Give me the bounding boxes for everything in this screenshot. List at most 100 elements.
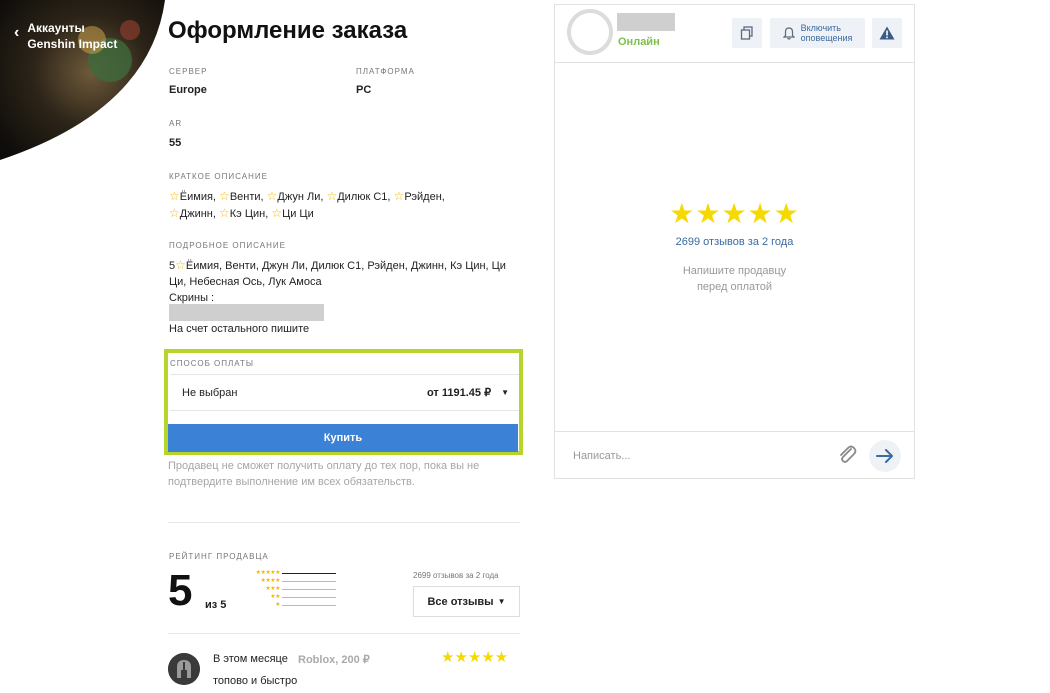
chat-hint-line1: Напишите продавцу bbox=[682, 265, 787, 277]
payment-method-select[interactable]: Не выбран от 1191.45 ₽ ▼ bbox=[170, 374, 519, 411]
star-icon: ☆ bbox=[169, 189, 180, 203]
notify-label: Включить оповещения bbox=[801, 23, 853, 43]
rating-bar-row: ★ bbox=[238, 601, 336, 609]
notify-label-line1: Включить bbox=[800, 23, 841, 33]
chat-hint: Напишите продавцу перед оплатой bbox=[555, 263, 914, 295]
reviewer-avatar bbox=[168, 653, 200, 685]
buy-button[interactable]: Купить bbox=[168, 424, 518, 452]
star-icon: ☆ bbox=[393, 189, 405, 203]
star-icon: ☆ bbox=[175, 258, 186, 272]
rating-breakdown: ★★★★★ ★★★★ ★★★ ★★ ★ bbox=[238, 569, 336, 609]
server-value: Europe bbox=[169, 84, 207, 96]
rating-bar-stars: ★ bbox=[275, 602, 280, 608]
rating-bar-stars: ★★★★★ bbox=[255, 570, 281, 576]
notify-label-line2: оповещения bbox=[800, 33, 853, 43]
detailed-desc: 5☆Ёимия, Венти, Джун Ли, Дилюк C1, Рэйде… bbox=[169, 257, 519, 306]
divider bbox=[168, 522, 520, 523]
rating-bar bbox=[282, 596, 336, 598]
detailed-desc-rest: На счет остального пишите bbox=[169, 323, 310, 335]
caret-down-icon: ▼ bbox=[501, 388, 509, 397]
rating-bar-row: ★★★★★ bbox=[238, 569, 336, 577]
chat-header: Онлайн Включить оповещения bbox=[555, 5, 914, 63]
bell-icon bbox=[782, 26, 795, 40]
server-label: СЕРВЕР bbox=[169, 67, 208, 76]
reviews-count: 2699 отзывов за 2 года bbox=[413, 571, 499, 580]
rating-bar bbox=[282, 588, 336, 590]
rating-score: 5 bbox=[168, 566, 193, 615]
short-desc-item: Джинн, bbox=[179, 208, 216, 220]
seller-name-redacted bbox=[617, 13, 675, 31]
star-icon: ☆ bbox=[169, 206, 180, 220]
short-desc-item: Венти, bbox=[229, 191, 264, 203]
chat-panel: Онлайн Включить оповещения ★★★★★ 2699 отз… bbox=[554, 4, 915, 479]
copy-button[interactable] bbox=[732, 18, 762, 48]
short-desc-item: Рэйден, bbox=[404, 191, 445, 203]
platform-value: PC bbox=[356, 84, 372, 96]
seller-avatar[interactable] bbox=[567, 9, 613, 55]
chevron-left-icon: ‹ bbox=[14, 24, 20, 41]
caret-down-icon: ▼ bbox=[497, 597, 506, 606]
review-date: В этом месяце bbox=[213, 653, 288, 665]
chat-reviews-link[interactable]: 2699 отзывов за 2 года bbox=[555, 236, 914, 248]
online-status: Онлайн bbox=[618, 36, 660, 48]
review-item: Roblox, 200 ₽ bbox=[298, 654, 370, 666]
short-desc-item: Ци Ци bbox=[282, 208, 314, 220]
rating-bar-stars: ★★ bbox=[270, 594, 280, 600]
detailed-desc-line1: Ёимия, Венти, Джун Ли, Дилюк C1, Рэйден,… bbox=[185, 260, 506, 272]
rating-out-of: из 5 bbox=[205, 599, 227, 611]
rating-bar-row: ★★ bbox=[238, 593, 336, 601]
star-icon: ☆ bbox=[266, 189, 278, 203]
enable-notifications-button[interactable]: Включить оповещения bbox=[770, 18, 865, 48]
ar-value: 55 bbox=[169, 137, 182, 149]
redacted-link bbox=[169, 304, 324, 321]
detailed-desc-label: ПОДРОБНОЕ ОПИСАНИЕ bbox=[169, 241, 286, 250]
copy-icon bbox=[740, 26, 753, 40]
star-icon: ☆ bbox=[219, 206, 230, 220]
screens-label: Скрины : bbox=[169, 292, 215, 304]
short-desc-item: Кэ Цин, bbox=[229, 208, 269, 220]
short-desc-label: КРАТКОЕ ОПИСАНИЕ bbox=[169, 172, 268, 181]
payment-label: СПОСОБ ОПЛАТЫ bbox=[170, 359, 254, 368]
short-desc-item: Дилюк C1, bbox=[337, 191, 391, 203]
ar-label: AR bbox=[169, 119, 183, 128]
payment-method-value: Не выбран bbox=[182, 386, 238, 399]
seller-rating-label: РЕЙТИНГ ПРОДАВЦА bbox=[169, 552, 269, 561]
chat-hint-line2: перед оплатой bbox=[696, 281, 773, 293]
review-stars: ★★★★★ bbox=[441, 649, 509, 666]
detailed-desc-line2: Ци, Небесная Ось, Лук Амоса bbox=[169, 276, 322, 288]
page-title: Оформление заказа bbox=[168, 17, 408, 44]
category-banner: ‹ Аккаунты Genshin Impact bbox=[0, 0, 165, 165]
all-reviews-dropdown[interactable]: Все отзывы ▼ bbox=[413, 586, 520, 617]
star-icon: ☆ bbox=[219, 189, 230, 203]
paperclip-icon bbox=[840, 445, 857, 463]
rating-bar-stars: ★★★★ bbox=[260, 578, 280, 584]
all-reviews-label: Все отзывы bbox=[427, 595, 494, 608]
arrow-right-icon bbox=[876, 449, 893, 463]
back-button[interactable]: ‹ Аккаунты Genshin Impact bbox=[14, 20, 127, 52]
warning-icon bbox=[879, 26, 895, 40]
back-label: Аккаунты Genshin Impact bbox=[27, 21, 118, 51]
chat-compose bbox=[555, 431, 914, 478]
rating-bar-row: ★★★★ bbox=[238, 577, 336, 585]
star-icon: ☆ bbox=[271, 206, 283, 220]
rating-bar-stars: ★★★ bbox=[265, 586, 280, 592]
price-value: от 1191.45 ₽ bbox=[426, 387, 492, 399]
send-button[interactable] bbox=[869, 440, 901, 472]
short-desc-item: Ёимия, bbox=[179, 191, 216, 203]
star-icon: ☆ bbox=[326, 189, 338, 203]
report-button[interactable] bbox=[872, 18, 902, 48]
rating-bar bbox=[282, 604, 336, 606]
chat-rating-stars: ★★★★★ bbox=[669, 198, 800, 229]
divider bbox=[168, 633, 520, 634]
rating-bar bbox=[282, 580, 336, 582]
payment-section: СПОСОБ ОПЛАТЫ Не выбран от 1191.45 ₽ ▼ К… bbox=[164, 349, 523, 455]
review-text: топово и быстро bbox=[213, 675, 298, 687]
helmet-icon bbox=[168, 653, 200, 685]
short-desc-item: Джун Ли, bbox=[277, 191, 324, 203]
rating-bar bbox=[282, 572, 336, 574]
message-input[interactable] bbox=[573, 446, 813, 466]
rating-bar-row: ★★★ bbox=[238, 585, 336, 593]
payment-note: Продавец не сможет получить оплату до те… bbox=[168, 460, 480, 488]
attach-button[interactable] bbox=[835, 443, 859, 467]
short-desc: ☆Ёимия, ☆Венти, ☆Джун Ли, ☆Дилюк C1, ☆Рэ… bbox=[169, 188, 489, 222]
